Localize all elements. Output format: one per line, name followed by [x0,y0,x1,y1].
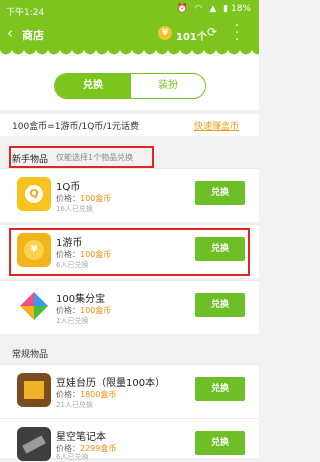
qq-coin-icon: Q [17,177,51,211]
jifenbao-logo [20,292,48,320]
section-title: 常规物品 [12,350,49,360]
status-bar: 下午1:24 ⏰ ◠ ▲ ▮ 18% [0,0,259,20]
coin-icon: ¥ [158,26,172,40]
exchange-button[interactable]: 兑换 [195,293,245,317]
item-price-value: 1800盒币 [80,390,117,399]
back-arrow-icon[interactable]: ‹ [7,24,13,42]
item-sold-count: 1人已兑换 [56,317,89,325]
status-time: 下午1:24 [6,8,45,18]
item-price-value: 100盒币 [80,194,112,203]
item-price: 价格：1800盒币 [56,389,116,400]
more-menu-icon[interactable]: · · · [235,20,239,47]
signal-icon: ▲ [209,4,217,14]
item-price-value: 100盒币 [80,306,112,315]
wifi-icon: ◠ [194,4,203,14]
qq-coin-glyph: Q [25,185,43,203]
item-price: 价格：100盒币 [56,305,111,316]
list-item: 星空笔记本 价格：2299盒币 6人已兑换 兑换 [0,418,259,461]
item-price-label: 价格： [56,390,80,399]
battery-icon: ▮ [223,4,229,14]
refresh-icon[interactable]: ⟳ [207,25,217,39]
status-icons: ⏰ ◠ ▲ ▮ 18% [173,4,251,14]
tab-switch: 兑换 装扮 [54,73,206,99]
tab-exchange[interactable]: 兑换 [55,74,131,98]
list-item: Q 1Q币 价格：100盒币 16人已兑换 兑换 [0,168,259,222]
app-bar: ‹ 商店 ¥ 101个 ⟳ · · · [0,20,259,48]
header-scallop-border [0,48,259,62]
list-item: 豆娃台历（限量100本） 价格：1800盒币 21人已兑换 兑换 [0,364,259,418]
item-sold-count: 21人已兑换 [56,401,93,409]
exchange-button[interactable]: 兑换 [195,181,245,205]
item-sold-count: 6人已兑换 [56,453,89,461]
item-name: 100集分宝 [56,294,106,305]
item-price: 价格：100盒币 [56,193,111,204]
exchange-rate-row: 100盒币=1游币/1Q币/1元话费 快速赚盒币 [0,114,259,136]
highlight-box-game-coin [9,228,250,276]
item-name: 星空笔记本 [56,432,106,443]
section-regular-items: 常规物品 [0,341,259,363]
earn-coins-link[interactable]: 快速赚盒币 [194,119,239,132]
jifenbao-icon [17,289,51,323]
alarm-icon: ⏰ [176,4,188,14]
item-price-label: 价格： [56,306,80,315]
exchange-button[interactable]: 兑换 [195,377,245,401]
calendar-photo [17,373,51,407]
item-name: 豆娃台历（限量100本） [56,378,166,389]
item-name: 1Q币 [56,182,81,193]
exchange-button[interactable]: 兑换 [195,431,245,455]
notebook-photo [17,427,51,461]
item-sold-count: 16人已兑换 [56,205,93,213]
item-price-label: 价格： [56,194,80,203]
list-item: 100集分宝 价格：100盒币 1人已兑换 兑换 [0,280,259,334]
coin-balance: 101个 [176,32,207,43]
tabs-area: 兑换 装扮 [0,62,259,110]
exchange-rate-text: 100盒币=1游币/1Q币/1元话费 [12,122,140,132]
battery-level: 18% [230,4,251,14]
highlight-box-new-items [9,146,154,168]
tab-dress-up[interactable]: 装扮 [131,74,205,98]
page-title: 商店 [22,29,44,42]
